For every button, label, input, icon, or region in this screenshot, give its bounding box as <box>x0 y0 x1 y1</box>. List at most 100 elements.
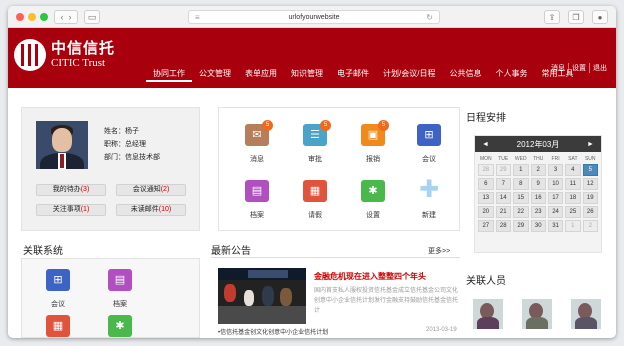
calendar-day[interactable]: 9 <box>530 178 546 190</box>
menu-item-plans[interactable]: 计划/会议/日程 <box>376 68 442 82</box>
weekday-label: TUE <box>498 155 509 162</box>
reload-icon[interactable]: ↻ <box>426 13 433 22</box>
share-button[interactable]: ⇪ <box>544 10 560 24</box>
calendar-day[interactable]: 16 <box>530 192 546 204</box>
related-system-label: 会议 <box>51 301 65 308</box>
calendar-day[interactable]: 4 <box>565 164 581 176</box>
app-label: 新建 <box>422 212 436 219</box>
tabs-icon: ❐ <box>572 12 580 22</box>
settings-icon: ✱ <box>108 315 132 337</box>
brand-logo[interactable]: 中信信托 CITIC Trust <box>14 39 115 71</box>
calendar-day[interactable]: 22 <box>512 206 529 218</box>
calendar-day[interactable]: 3 <box>547 164 564 176</box>
person-avatar[interactable] <box>571 299 601 329</box>
calendar-day[interactable]: 21 <box>495 206 511 218</box>
calendar-day[interactable]: 15 <box>512 192 529 204</box>
calendar-day[interactable]: 1 <box>512 164 529 176</box>
calendar-day[interactable]: 2 <box>582 220 598 232</box>
app-label: 消息 <box>250 156 264 163</box>
next-month-button[interactable]: ► <box>587 141 594 148</box>
followed-items-label: 关注事项 <box>52 206 81 213</box>
calendar-day[interactable]: 5 <box>582 164 598 176</box>
calendar-day[interactable]: 28 <box>478 164 494 176</box>
person-avatar[interactable] <box>473 299 503 329</box>
downloads-button[interactable]: ● <box>592 10 608 24</box>
calendar-day[interactable]: 27 <box>478 220 494 232</box>
unread-mail-button[interactable]: 未读邮件(10) <box>116 204 186 216</box>
news-list-item[interactable]: •信信托基金创文化创意中小企业信托计划 <box>218 327 328 336</box>
calendar-day[interactable]: 28 <box>495 220 511 232</box>
calendar-day[interactable]: 6 <box>478 178 494 190</box>
prev-month-button[interactable]: ◄ <box>482 141 489 148</box>
calendar-day[interactable]: 19 <box>582 192 598 204</box>
person-avatar[interactable] <box>522 299 552 329</box>
calendar-day[interactable]: 25 <box>565 206 581 218</box>
app-settings[interactable]: ✱ 设置 <box>351 180 395 220</box>
menu-item-email[interactable]: 电子邮件 <box>330 68 376 82</box>
app-grid: ✉ 5 消息 ☰ 5 审批 ▣ 5 报销 ⊞ 会议 ▤ 档案 ▦ 请假 ✱ 设置 ✚ <box>218 107 460 231</box>
more-link[interactable]: 更多>> <box>428 246 450 256</box>
back-forward-buttons[interactable]: ‹ › <box>54 10 78 24</box>
calendar-day[interactable]: 1 <box>565 220 581 232</box>
calendar-day[interactable]: 11 <box>565 178 581 190</box>
meeting-notice-button[interactable]: 会议通知(2) <box>116 184 186 196</box>
profile-card: 姓名：杨子 职称：总经理 部门：信息技术部 我的待办(3) 会议通知(2) 关注… <box>21 107 200 231</box>
close-window-button[interactable] <box>16 13 24 21</box>
calendar-day[interactable]: 17 <box>547 192 564 204</box>
calendar-day[interactable]: 29 <box>495 164 511 176</box>
calendar-day[interactable]: 14 <box>495 192 511 204</box>
calendar-month: 2012年03月 <box>516 139 560 149</box>
tabs-button[interactable]: ❐ <box>568 10 584 24</box>
citic-logo-icon <box>14 39 46 71</box>
address-bar[interactable]: ≡ urlofyourwebsite ↻ <box>188 10 440 24</box>
chevron-left-icon[interactable]: ‹ <box>60 12 63 22</box>
calendar-day[interactable]: 31 <box>547 220 564 232</box>
calendar-day[interactable]: 24 <box>547 206 564 218</box>
logout-link[interactable]: 退出 <box>589 63 610 73</box>
weekday-label: SUN <box>584 155 596 162</box>
app-reimburse[interactable]: ▣ 5 报销 <box>351 120 395 164</box>
weekday-label: SAT <box>568 155 578 162</box>
calendar-day[interactable]: 7 <box>495 178 511 190</box>
app-approval[interactable]: ☰ 5 审批 <box>293 120 337 164</box>
minimize-window-button[interactable] <box>28 13 36 21</box>
related-system-label: 档案 <box>113 301 127 308</box>
calendar-day[interactable]: 26 <box>582 206 598 218</box>
weekday-label: MON <box>479 155 492 162</box>
todo-button[interactable]: 我的待办(3) <box>36 184 106 196</box>
calendar-day[interactable]: 29 <box>512 220 529 232</box>
calendar-day[interactable]: 13 <box>478 192 494 204</box>
calendar-day[interactable]: 8 <box>512 178 529 190</box>
followed-items-button[interactable]: 关注事项(1) <box>36 204 106 216</box>
calendar-day[interactable]: 20 <box>478 206 494 218</box>
maximize-window-button[interactable] <box>40 13 48 21</box>
app-leave[interactable]: ▦ 请假 <box>293 180 337 220</box>
sidebar-toggle-button[interactable]: ▭ <box>84 10 100 24</box>
related-system-leave[interactable]: ▦ <box>36 315 80 337</box>
calendar-day[interactable]: 2 <box>530 164 546 176</box>
news-image[interactable] <box>218 268 306 324</box>
menu-item-documents[interactable]: 公文管理 <box>192 68 238 82</box>
app-label: 审批 <box>308 156 322 163</box>
related-system-settings[interactable]: ✱ <box>98 315 142 337</box>
related-system-meeting[interactable]: ⊞ 会议 <box>36 269 80 309</box>
menu-item-forms[interactable]: 表单应用 <box>238 68 284 82</box>
app-message[interactable]: ✉ 5 消息 <box>235 120 279 164</box>
menu-item-personal[interactable]: 个人事务 <box>488 68 534 82</box>
chevron-right-icon[interactable]: › <box>69 12 72 22</box>
menu-item-tools[interactable]: 常用工具 <box>534 68 580 82</box>
menu-item-knowledge[interactable]: 知识管理 <box>284 68 330 82</box>
browser-toolbar: ‹ › ▭ ≡ urlofyourwebsite ↻ ⇪ ❐ ● <box>8 6 616 28</box>
calendar-day[interactable]: 30 <box>530 220 546 232</box>
calendar-day[interactable]: 18 <box>565 192 581 204</box>
calendar-day[interactable]: 12 <box>582 178 598 190</box>
menu-item-public-info[interactable]: 公共信息 <box>442 68 488 82</box>
related-system-archive[interactable]: ▤ 档案 <box>98 269 142 309</box>
calendar-day[interactable]: 10 <box>547 178 564 190</box>
news-headline[interactable]: 金融危机现在进入整整四个年头 <box>314 271 460 282</box>
app-archive[interactable]: ▤ 档案 <box>235 180 279 220</box>
menu-item-collab[interactable]: 协同工作 <box>146 68 192 82</box>
app-meeting[interactable]: ⊞ 会议 <box>407 124 451 164</box>
app-new[interactable]: ✚ 新建 <box>407 178 451 220</box>
calendar-day[interactable]: 23 <box>530 206 546 218</box>
